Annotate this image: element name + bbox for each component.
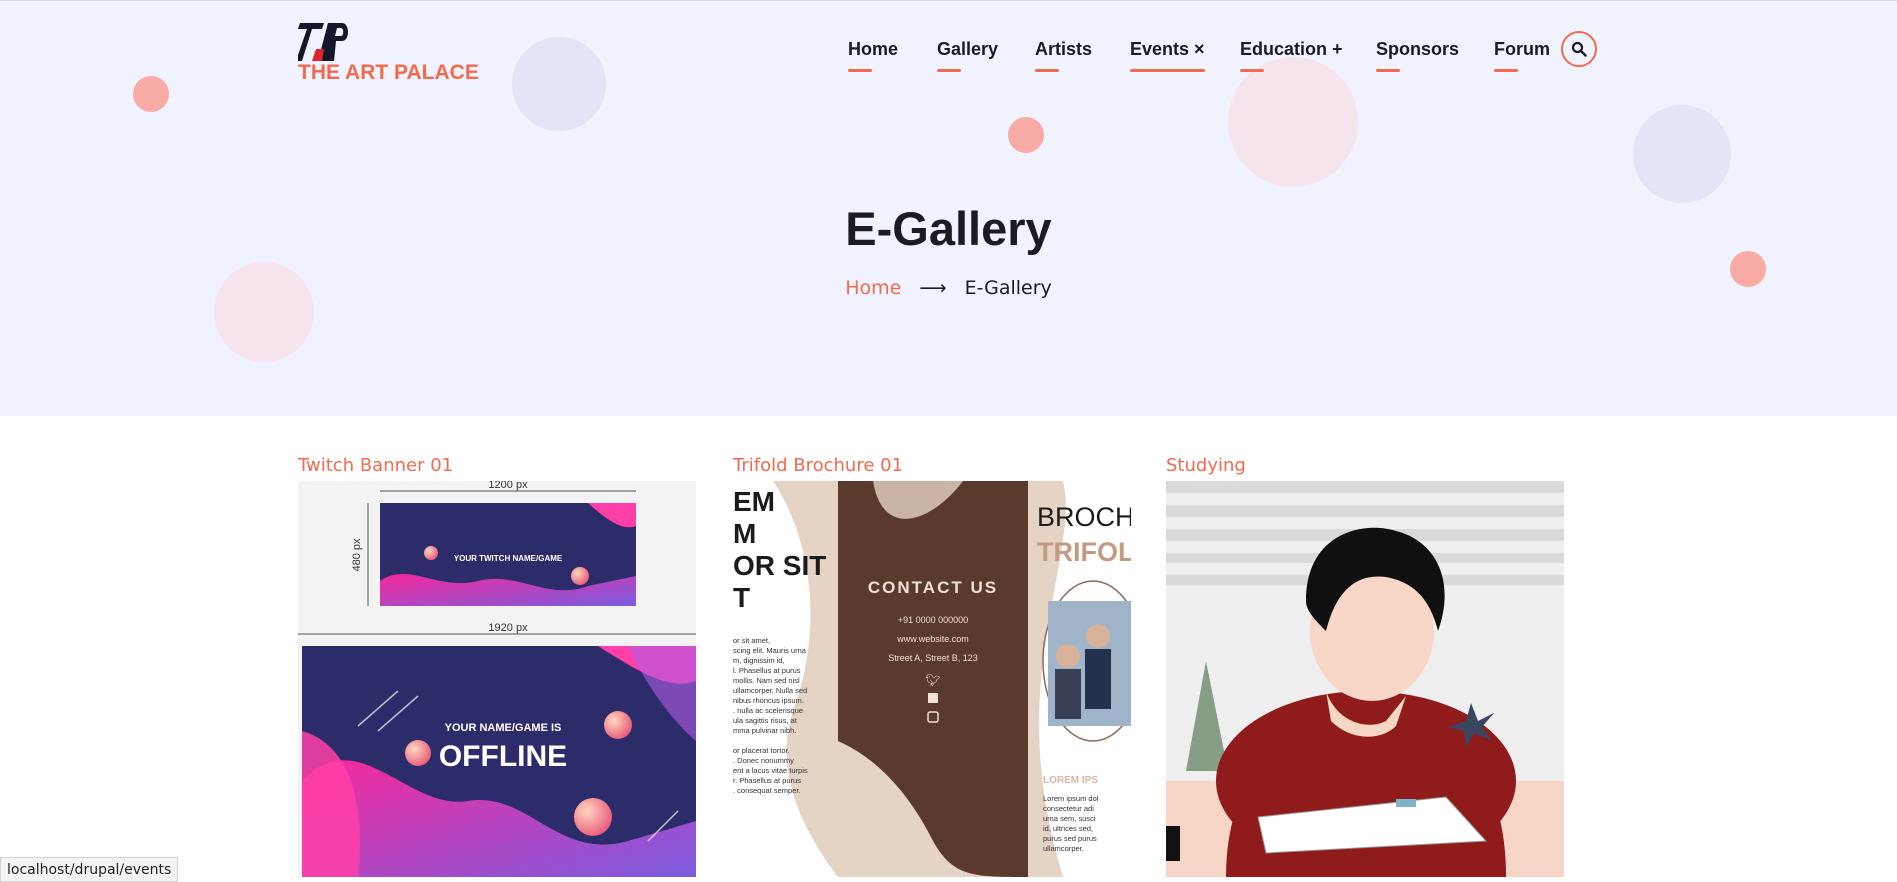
trifold-brochure-image: EM M OR SIT T or sit amet, scing elit. Mauri… <box>733 481 1131 877</box>
nav-item-label: Home <box>848 39 899 59</box>
brochure-address: Street A, Street B, 123 <box>888 653 978 663</box>
nav-item-label: Education + <box>1240 39 1343 59</box>
page-header: THE ART PALACE Home Gallery Artists Even… <box>0 0 1897 416</box>
breadcrumb-separator: ⟶ <box>919 277 947 299</box>
breadcrumb-home-link[interactable]: Home <box>845 277 901 299</box>
brochure-contact-heading: CONTACT US <box>868 578 998 597</box>
gallery-card-title[interactable]: Studying <box>1166 455 1564 481</box>
nav-item-sponsors[interactable]: Sponsors <box>1376 39 1460 72</box>
nav-item-label: Gallery <box>937 39 999 59</box>
banner-caption: YOUR NAME/GAME IS <box>445 722 562 734</box>
decor-bubble <box>1633 105 1731 203</box>
decor-bubble <box>133 76 169 112</box>
nav-item-label: Events × <box>1130 39 1205 59</box>
brochure-lorem-heading: LOREM IPS <box>1043 775 1098 786</box>
decor-bubble <box>512 37 606 131</box>
breadcrumb: Home ⟶ E-Gallery <box>0 277 1897 299</box>
gallery-card-image[interactable]: EM M OR SIT T or sit amet, scing elit. Mauri… <box>733 481 1131 877</box>
search-icon <box>1571 41 1587 57</box>
gallery-card-image[interactable]: 1200 px 480 px YOUR TWITCH NAME/GAME 192… <box>298 481 696 877</box>
brochure-right-subheading: TRIFOL <box>1037 537 1131 567</box>
page-title: E-Gallery <box>845 202 1052 255</box>
gallery-card-title[interactable]: Twitch Banner 01 <box>298 455 696 481</box>
site-logo[interactable]: THE ART PALACE <box>298 19 479 84</box>
nav-item-label: Forum <box>1494 39 1550 59</box>
banner-caption: YOUR TWITCH NAME/GAME <box>454 554 563 563</box>
nav-item-label: Artists <box>1035 39 1093 59</box>
breadcrumb-current: E-Gallery <box>964 277 1052 299</box>
nav-item-artists[interactable]: Artists <box>1035 39 1093 72</box>
brochure-right-heading: BROCH <box>1037 502 1131 532</box>
brochure-website: www.website.com <box>896 634 969 644</box>
dimension-label: 480 px <box>351 538 363 572</box>
studying-illustration <box>1166 481 1564 877</box>
search-button[interactable] <box>1561 31 1597 67</box>
art-palace-logo-icon <box>298 23 348 61</box>
dimension-label: 1920 px <box>488 622 528 634</box>
dimension-label: 1200 px <box>488 481 528 491</box>
site-name: THE ART PALACE <box>298 61 479 84</box>
decor-bubble <box>1228 57 1358 187</box>
nav-item-home[interactable]: Home <box>848 39 899 72</box>
decor-bubble <box>1008 117 1044 153</box>
gallery-card: Studying <box>1166 455 1564 877</box>
gallery-card: Trifold Brochure 01 EM M OR SIT T or sit am… <box>733 455 1131 877</box>
gallery-card-image[interactable] <box>1166 481 1564 877</box>
status-bar-url: localhost/drupal/events <box>0 857 179 882</box>
nav-item-events[interactable]: Events × <box>1130 39 1205 72</box>
banner-headline: OFFLINE <box>439 740 567 773</box>
gallery-card: Twitch Banner 01 1200 px 480 px YOUR TWI… <box>298 455 696 877</box>
gallery-card-title[interactable]: Trifold Brochure 01 <box>733 455 1131 481</box>
nav-item-gallery[interactable]: Gallery <box>937 39 999 72</box>
nav-item-label: Sponsors <box>1376 39 1460 59</box>
svg-text:🐦︎: 🐦︎ <box>925 673 940 687</box>
nav-item-forum[interactable]: Forum <box>1494 39 1550 72</box>
nav-item-education[interactable]: Education + <box>1240 39 1343 72</box>
brochure-phone: +91 0000 000000 <box>898 615 968 625</box>
twitch-banner-image: 1200 px 480 px YOUR TWITCH NAME/GAME 192… <box>298 481 696 877</box>
